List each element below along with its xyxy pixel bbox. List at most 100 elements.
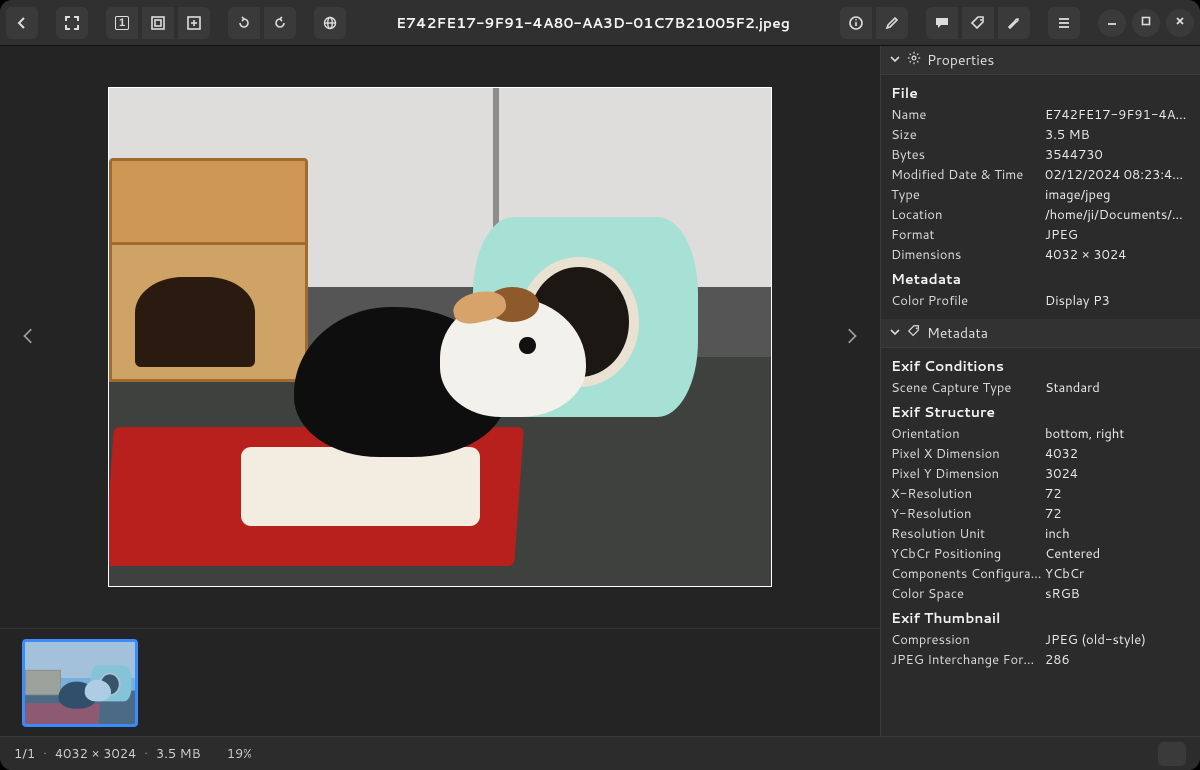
prop-key: Color Profile bbox=[891, 292, 1045, 310]
maximize-button[interactable] bbox=[1132, 9, 1160, 37]
minimize-icon bbox=[1106, 15, 1118, 30]
rotate-left-button[interactable] bbox=[228, 7, 260, 39]
zoom-100-button[interactable]: 1 bbox=[106, 7, 138, 39]
prop-key: Color Space bbox=[891, 585, 1045, 603]
properties-header-label: Properties bbox=[927, 50, 994, 70]
rotate-left-icon bbox=[236, 15, 252, 31]
zoom-group: 1 bbox=[106, 7, 210, 39]
prop-value: bottom, right bbox=[1045, 425, 1190, 443]
prop-key: Compression bbox=[891, 631, 1045, 649]
prop-key: Modified Date & Time bbox=[891, 166, 1045, 184]
rotate-right-button[interactable] bbox=[264, 7, 296, 39]
back-button[interactable] bbox=[6, 7, 38, 39]
prop-key: Y-Resolution bbox=[891, 505, 1045, 523]
metadata-header-label: Metadata bbox=[927, 323, 988, 343]
metadata-group-title: Metadata bbox=[881, 265, 1200, 291]
file-group-title: File bbox=[881, 79, 1200, 105]
prop-key: Components Configuration bbox=[891, 565, 1045, 583]
rotate-right-icon bbox=[272, 15, 288, 31]
prop-value: Display P3 bbox=[1045, 292, 1190, 310]
tag-icon bbox=[970, 15, 986, 31]
thumbnail[interactable] bbox=[22, 639, 138, 727]
status-zoom: 19% bbox=[227, 745, 252, 763]
exif-conditions-title: Exif Conditions bbox=[881, 352, 1200, 378]
metadata-section-header[interactable]: Metadata bbox=[881, 319, 1200, 348]
grid-view-button[interactable] bbox=[1158, 742, 1186, 766]
chevron-left-icon bbox=[20, 327, 38, 348]
zoom-fit-button[interactable] bbox=[142, 7, 174, 39]
prop-key: Pixel X Dimension bbox=[891, 445, 1045, 463]
prop-key: Pixel Y Dimension bbox=[891, 465, 1045, 483]
properties-section-header[interactable]: Properties bbox=[881, 46, 1200, 75]
prop-key: Bytes bbox=[891, 146, 1045, 164]
status-dimensions: 4032 × 3024 bbox=[55, 745, 136, 763]
zoom-fit-icon bbox=[150, 15, 166, 31]
close-button[interactable] bbox=[1166, 9, 1194, 37]
wrench-icon bbox=[1006, 15, 1022, 31]
statusbar: 1/1 · 4032 × 3024 · 3.5 MB 19% bbox=[0, 736, 1200, 770]
prop-value: 4032 bbox=[1045, 445, 1190, 463]
prop-value: JPEG (old-style) bbox=[1045, 631, 1190, 649]
displayed-image bbox=[108, 87, 772, 587]
prop-value: image/jpeg bbox=[1045, 186, 1190, 204]
app-window: 1 E742FE17-9F91-4A80-AA3D-01C7B21005F2.j… bbox=[0, 0, 1200, 770]
fullscreen-icon bbox=[64, 15, 80, 31]
comment-button[interactable] bbox=[926, 7, 958, 39]
prop-value: YCbCr bbox=[1045, 565, 1190, 583]
zoom-100-icon: 1 bbox=[115, 16, 129, 30]
prop-key: Size bbox=[891, 126, 1045, 144]
prop-key: JPEG Interchange Format bbox=[891, 651, 1045, 669]
zoom-in-button[interactable] bbox=[178, 7, 210, 39]
prop-value: JPEG bbox=[1045, 226, 1190, 244]
prop-value: 3024 bbox=[1045, 465, 1190, 483]
prop-key: Dimensions bbox=[891, 246, 1045, 264]
comment-icon bbox=[934, 15, 950, 31]
prop-key: X-Resolution bbox=[891, 485, 1045, 503]
exif-structure-title: Exif Structure bbox=[881, 398, 1200, 424]
chevron-down-icon bbox=[889, 50, 901, 70]
prop-value: inch bbox=[1045, 525, 1190, 543]
info-edit-group bbox=[840, 7, 908, 39]
prop-value: 4032 × 3024 bbox=[1045, 246, 1190, 264]
tag-button[interactable] bbox=[962, 7, 994, 39]
prop-value: 3.5 MB bbox=[1045, 126, 1190, 144]
maximize-icon bbox=[1140, 15, 1152, 30]
thumbnail-strip bbox=[0, 628, 880, 736]
prop-key: Scene Capture Type bbox=[891, 379, 1045, 397]
rotate-group bbox=[228, 7, 296, 39]
prop-key: Resolution Unit bbox=[891, 525, 1045, 543]
hamburger-menu-button[interactable] bbox=[1048, 7, 1080, 39]
prop-key: Type bbox=[891, 186, 1045, 204]
next-image-button[interactable] bbox=[834, 307, 868, 367]
prop-key: Format bbox=[891, 226, 1045, 244]
pencil-icon bbox=[884, 15, 900, 31]
prop-value: 02/12/2024 08:23:46 PM bbox=[1045, 166, 1190, 184]
prop-key: Orientation bbox=[891, 425, 1045, 443]
fullscreen-button[interactable] bbox=[56, 7, 88, 39]
prop-value: 72 bbox=[1045, 485, 1190, 503]
prop-value: sRGB bbox=[1045, 585, 1190, 603]
close-icon bbox=[1174, 15, 1186, 30]
prop-key: Name bbox=[891, 106, 1045, 124]
edit-button[interactable] bbox=[876, 7, 908, 39]
globe-icon bbox=[322, 15, 338, 31]
prop-value: 286 bbox=[1045, 651, 1190, 669]
previous-image-button[interactable] bbox=[12, 307, 46, 367]
window-title: E742FE17-9F91-4A80-AA3D-01C7B21005F2.jpe… bbox=[352, 13, 834, 33]
info-icon bbox=[848, 15, 864, 31]
zoom-in-icon bbox=[186, 15, 202, 31]
tag-icon bbox=[907, 323, 921, 343]
image-viewer[interactable] bbox=[0, 46, 880, 628]
chevron-down-icon bbox=[889, 323, 901, 343]
info-button[interactable] bbox=[840, 7, 872, 39]
prop-value: Standard bbox=[1045, 379, 1190, 397]
slideshow-button[interactable] bbox=[314, 7, 346, 39]
minimize-button[interactable] bbox=[1098, 9, 1126, 37]
prop-key: YCbCr Positioning bbox=[891, 545, 1045, 563]
properties-panel[interactable]: Properties File NameE742FE17-9F91-4A80-A… bbox=[880, 46, 1200, 736]
status-filesize: 3.5 MB bbox=[156, 745, 201, 763]
annotate-group bbox=[926, 7, 1030, 39]
hamburger-icon bbox=[1056, 15, 1072, 31]
prop-key: Location bbox=[891, 206, 1045, 224]
tools-button[interactable] bbox=[998, 7, 1030, 39]
